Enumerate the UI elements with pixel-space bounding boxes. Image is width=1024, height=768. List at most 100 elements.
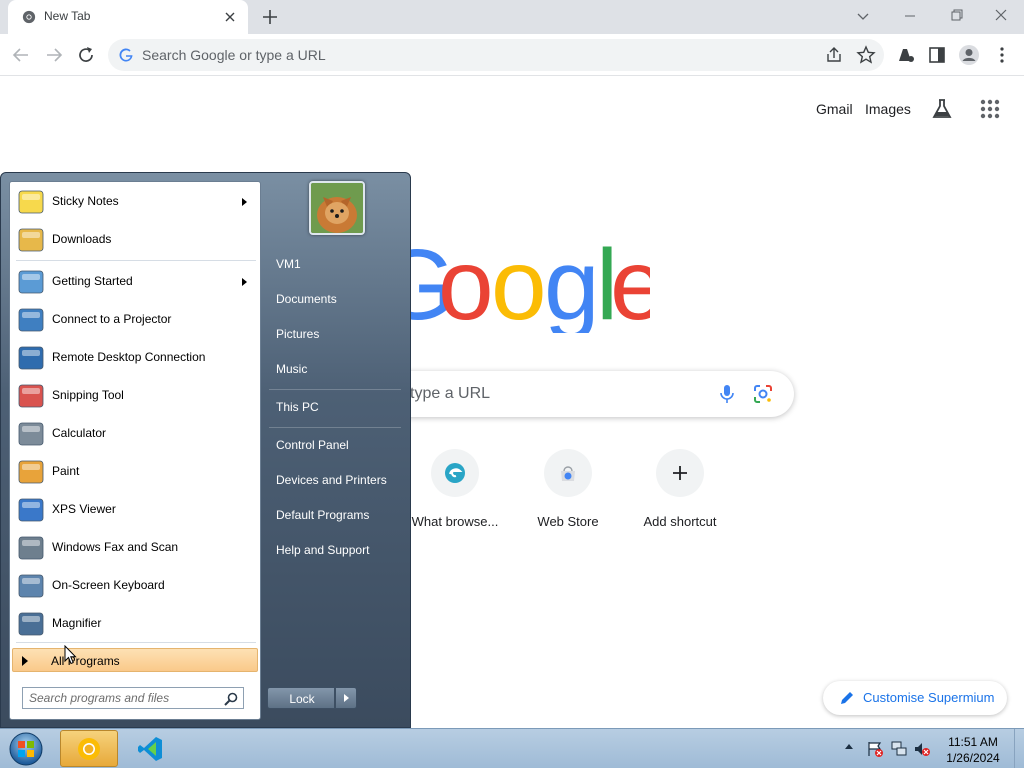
all-programs-button[interactable]: All Programs	[12, 648, 258, 672]
fax-icon	[18, 536, 44, 560]
place-this-pc[interactable]: This PC	[276, 400, 319, 414]
place-pictures[interactable]: Pictures	[276, 327, 319, 341]
program-label: Sticky Notes	[52, 194, 119, 208]
customise-button[interactable]: Customise Supermium	[823, 681, 1007, 715]
program-label: Windows Fax and Scan	[52, 540, 179, 554]
show-hidden-icons-icon[interactable]	[845, 744, 853, 749]
program-item-sticky-notes[interactable]: Sticky Notes	[12, 184, 258, 220]
side-panel-icon[interactable]	[926, 44, 948, 66]
arrow-right-icon	[344, 694, 349, 702]
bookmark-star-icon[interactable]	[855, 44, 877, 66]
search-icon[interactable]	[223, 691, 239, 707]
place-help-and-support[interactable]: Help and Support	[276, 543, 369, 557]
customise-label: Customise Supermium	[863, 690, 995, 705]
profile-icon[interactable]	[958, 44, 980, 66]
omnibox[interactable]	[108, 39, 884, 71]
reload-icon[interactable]	[75, 44, 97, 66]
svg-text:g: g	[544, 233, 600, 333]
google-apps-icon[interactable]	[978, 97, 1002, 121]
program-item-calculator[interactable]: Calculator	[12, 416, 258, 452]
tab-close-icon[interactable]	[222, 9, 238, 25]
labs-flask-icon[interactable]	[930, 97, 954, 121]
gmail-link[interactable]: Gmail	[816, 101, 853, 117]
getting-started-icon	[18, 270, 44, 294]
share-icon[interactable]	[823, 44, 845, 66]
program-label: Getting Started	[52, 274, 133, 288]
program-item-magnifier[interactable]: Magnifier	[12, 606, 258, 642]
plus-icon	[673, 466, 687, 480]
google-lens-icon[interactable]	[752, 383, 774, 405]
program-label: Remote Desktop Connection	[52, 350, 206, 364]
clock-date[interactable]: 1/26/2024	[939, 751, 1007, 765]
shortcut-what-browser[interactable]: What browse...	[399, 449, 511, 539]
minimize-icon[interactable]	[898, 5, 922, 27]
keyboard-icon	[18, 574, 44, 598]
restore-icon[interactable]	[944, 5, 968, 27]
shortcut-label: Add shortcut	[643, 514, 717, 529]
start-search-input[interactable]	[29, 690, 215, 706]
program-item-snipping-tool[interactable]: Snipping Tool	[12, 378, 258, 414]
program-label: XPS Viewer	[52, 502, 116, 516]
start-search-box[interactable]	[22, 687, 244, 709]
tab-search-chevron-icon[interactable]	[853, 6, 873, 26]
program-item-windows-fax-and-scan[interactable]: Windows Fax and Scan	[12, 530, 258, 566]
network-icon[interactable]	[890, 740, 908, 758]
lock-button[interactable]: Lock	[267, 687, 335, 709]
all-programs-label: All Programs	[51, 654, 120, 668]
program-item-remote-desktop-connection[interactable]: Remote Desktop Connection	[12, 340, 258, 376]
magnifier-icon	[18, 612, 44, 636]
back-icon[interactable]	[10, 44, 32, 66]
google-g-icon	[119, 48, 133, 62]
shortcut-web-store[interactable]: Web Store	[512, 449, 624, 539]
forward-icon[interactable]	[43, 44, 65, 66]
program-item-downloads[interactable]: Downloads	[12, 222, 258, 258]
user-account-picture[interactable]	[309, 181, 365, 235]
paint-palette-icon	[18, 460, 44, 484]
mouse-cursor-icon	[64, 645, 77, 665]
program-label: Calculator	[52, 426, 107, 440]
show-desktop-button[interactable]	[1014, 729, 1024, 768]
extensions-icon[interactable]	[895, 44, 917, 66]
program-item-paint[interactable]: Paint	[12, 454, 258, 490]
voice-search-mic-icon[interactable]	[716, 383, 738, 405]
taskbar-vscode-button[interactable]	[124, 730, 178, 767]
shortcut-label: Web Store	[537, 514, 599, 529]
program-item-on-screen-keyboard[interactable]: On-Screen Keyboard	[12, 568, 258, 604]
place-music[interactable]: Music	[276, 362, 307, 376]
svg-text:e: e	[610, 233, 650, 333]
divider	[269, 389, 401, 390]
chrome-icon	[22, 10, 36, 24]
remote-desktop-icon	[18, 346, 44, 370]
program-item-getting-started[interactable]: Getting Started	[12, 264, 258, 300]
pencil-icon	[841, 692, 853, 704]
images-link[interactable]: Images	[865, 101, 911, 117]
program-item-xps-viewer[interactable]: XPS Viewer	[12, 492, 258, 528]
arrow-right-icon	[22, 656, 28, 666]
address-bar-input[interactable]	[142, 45, 782, 65]
place-devices-and-printers[interactable]: Devices and Printers	[276, 473, 387, 487]
place-vm1[interactable]: VM1	[276, 257, 301, 271]
place-default-programs[interactable]: Default Programs	[276, 508, 369, 522]
program-label: Snipping Tool	[52, 388, 124, 402]
clock-time[interactable]: 11:51 AM	[939, 735, 1007, 749]
window-close-icon[interactable]	[989, 5, 1013, 27]
shortcut-add[interactable]: Add shortcut	[624, 449, 736, 539]
place-control-panel[interactable]: Control Panel	[276, 438, 349, 452]
program-item-connect-to-a-projector[interactable]: Connect to a Projector	[12, 302, 258, 338]
projector-icon	[18, 308, 44, 332]
menu-kebab-icon[interactable]	[991, 44, 1013, 66]
action-center-icon[interactable]	[866, 740, 884, 758]
power-options-button[interactable]	[335, 687, 357, 709]
new-tab-icon[interactable]	[260, 7, 280, 27]
tab-title: New Tab	[44, 9, 91, 23]
xps-viewer-icon	[18, 498, 44, 522]
divider	[16, 260, 256, 261]
place-documents[interactable]: Documents	[276, 292, 337, 306]
tab-new-tab[interactable]: New Tab	[8, 0, 248, 34]
program-label: On-Screen Keyboard	[52, 578, 165, 592]
submenu-arrow-icon	[242, 198, 247, 206]
volume-muted-icon[interactable]	[913, 740, 931, 758]
start-orb-icon[interactable]	[6, 731, 46, 767]
taskbar-chrome-button[interactable]	[60, 730, 118, 767]
divider	[269, 427, 401, 428]
